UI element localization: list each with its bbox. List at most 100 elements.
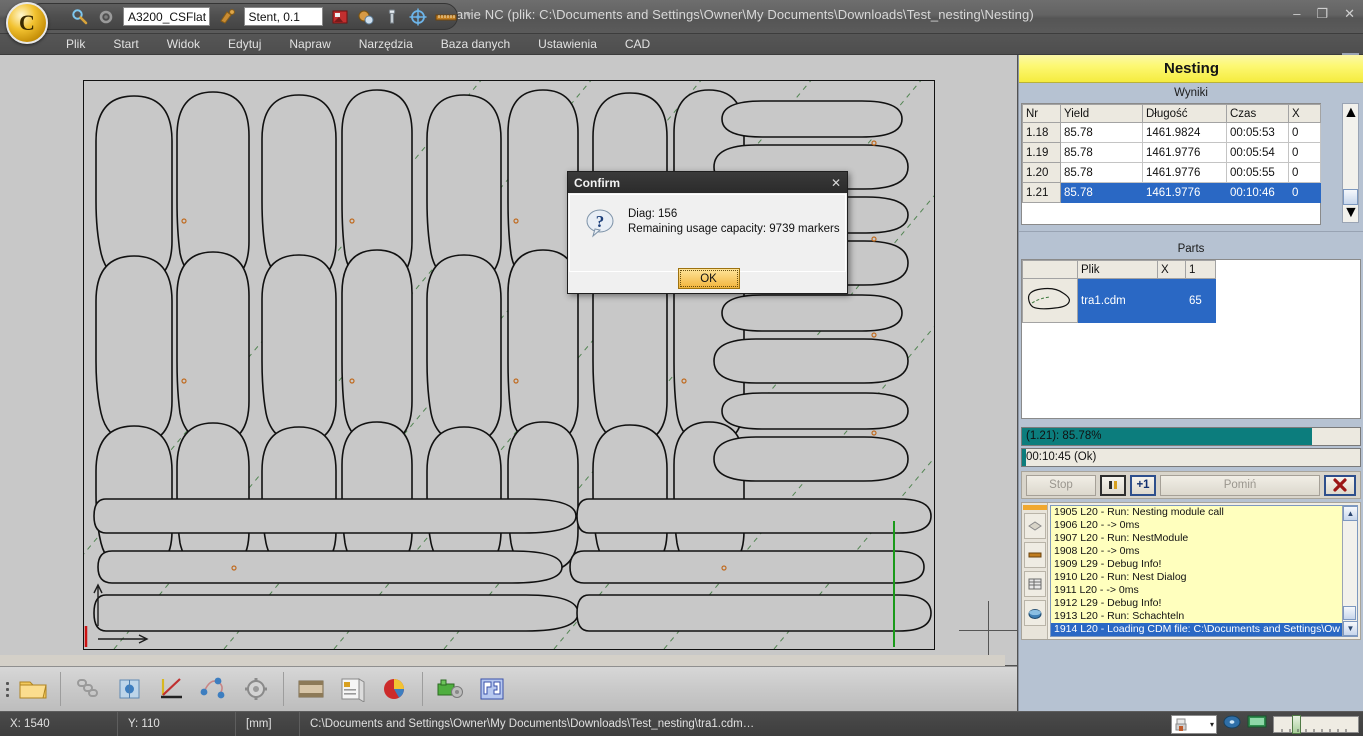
film-icon[interactable] (290, 669, 332, 709)
monitor-icon[interactable] (1247, 714, 1267, 735)
3d-cube-icon[interactable] (109, 669, 151, 709)
table-row-selected[interactable]: 1.21 85.78 1461.9776 00:10:46 0 (1022, 182, 1321, 203)
open-folder-icon[interactable] (12, 669, 54, 709)
pause-button[interactable] (1100, 474, 1126, 496)
table-row-selected[interactable]: tra1.cdm 65 (1022, 278, 1216, 323)
menu-narzedzia[interactable]: Narzędzia (345, 34, 427, 55)
printer-combo[interactable]: ▾ (1171, 715, 1217, 734)
cancel-button[interactable] (1324, 474, 1356, 496)
paint-icon[interactable] (217, 7, 237, 27)
list-item[interactable]: 1908 L20 - -> 0ms (1051, 545, 1357, 558)
list-item[interactable]: 1907 L20 - Run: NestModule (1051, 532, 1357, 545)
cell-time: 00:10:46 (1226, 182, 1289, 203)
menu-edytuj[interactable]: Edytuj (214, 34, 275, 55)
log-scroll-thumb[interactable] (1343, 606, 1356, 620)
stop-button[interactable]: Stop (1026, 474, 1096, 496)
results-col-nr[interactable]: Nr (1022, 104, 1061, 123)
svg-text:?: ? (596, 212, 605, 231)
menu-baza-danych[interactable]: Baza danych (427, 34, 524, 55)
cell-length: 1461.9824 (1142, 122, 1227, 143)
list-item[interactable]: 1912 L29 - Debug Info! (1051, 597, 1357, 610)
nesting-sheet[interactable] (3, 55, 1017, 650)
cell-length: 1461.9776 (1142, 182, 1227, 203)
ok-button[interactable]: OK (677, 268, 740, 289)
material-field[interactable]: Stent, 0.1 (243, 7, 323, 26)
parts-table-wrapper[interactable]: Plik X 1 tra1.cdm 65 (1021, 259, 1361, 419)
results-col-yield[interactable]: Yield (1060, 104, 1143, 123)
close-button[interactable]: ✕ (1344, 7, 1355, 20)
plus-one-button[interactable]: +1 (1130, 474, 1156, 496)
menu-start[interactable]: Start (99, 34, 152, 55)
log-scroll-up-button[interactable]: ▲ (1343, 506, 1357, 521)
chevron-down-icon[interactable]: ▾ (1210, 720, 1214, 729)
toolbar-separator-2 (283, 672, 284, 706)
confirm-dialog[interactable]: Confirm ✕ ? Diag: 156 Remaining usage ca… (567, 171, 848, 294)
menu-cad[interactable]: CAD (611, 34, 664, 55)
list-item[interactable]: 1911 L20 - -> 0ms (1051, 584, 1357, 597)
table-icon[interactable] (1023, 571, 1046, 597)
nesting-icon[interactable] (471, 669, 513, 709)
parts-col-plik[interactable]: Plik (1077, 260, 1158, 279)
log-list[interactable]: 1905 L20 - Run: Nesting module call 1906… (1050, 505, 1358, 637)
setup-name-field[interactable]: A3200_CSFlat (123, 7, 210, 26)
minimize-button[interactable]: – (1293, 7, 1300, 20)
dialog-close-icon[interactable]: ✕ (831, 176, 841, 190)
disc-icon[interactable] (1223, 713, 1241, 736)
globe-icon[interactable] (1023, 600, 1046, 626)
ruler-icon[interactable] (1023, 542, 1046, 568)
parts-col-qty[interactable]: 1 (1185, 260, 1216, 279)
magnifier-icon[interactable] (70, 7, 90, 27)
list-item[interactable]: 1905 L20 - Run: Nesting module call (1051, 506, 1357, 519)
list-item[interactable]: 1906 L20 - -> 0ms (1051, 519, 1357, 532)
image-icon[interactable] (330, 7, 350, 27)
list-item-selected[interactable]: 1914 L20 - Loading CDM file: C:\Document… (1051, 623, 1357, 636)
machine-icon[interactable] (429, 669, 471, 709)
menu-widok[interactable]: Widok (153, 34, 214, 55)
zoom-slider[interactable] (1273, 715, 1359, 734)
table-row[interactable]: 1.18 85.78 1461.9824 00:05:53 0 (1022, 122, 1321, 143)
wrench-icon[interactable] (382, 7, 402, 27)
log-scroll-down-button[interactable]: ▼ (1343, 621, 1357, 636)
results-scroll-down-button[interactable]: ▼ (1343, 204, 1359, 222)
pie-chart-icon[interactable] (374, 669, 416, 709)
list-item[interactable]: 1909 L29 - Debug Info! (1051, 558, 1357, 571)
log-sidebar (1022, 503, 1048, 639)
table-row[interactable]: 1.20 85.78 1461.9776 00:05:55 0 (1022, 162, 1321, 183)
results-col-czas[interactable]: Czas (1226, 104, 1289, 123)
ruler-icon[interactable] (434, 7, 457, 27)
camera-icon[interactable] (356, 7, 376, 27)
results-col-dlugosc[interactable]: Długość (1142, 104, 1227, 123)
app-logo[interactable]: C (6, 2, 48, 44)
results-vertical-scrollbar[interactable]: ▲ ▼ (1342, 103, 1359, 223)
target-icon[interactable] (408, 7, 428, 27)
status-units: [mm] (236, 711, 300, 736)
canvas-horizontal-scrollbar[interactable] (0, 655, 1005, 666)
menu-napraw[interactable]: Napraw (275, 34, 344, 55)
table-row[interactable]: 1.19 85.78 1461.9776 00:05:54 0 (1022, 142, 1321, 163)
toolbar-overflow-chevron-down-icon[interactable]: ▾ (466, 10, 471, 21)
gear-small-icon[interactable] (96, 7, 116, 27)
skip-button[interactable]: Pomiń (1160, 474, 1320, 496)
bend-angle-icon[interactable] (151, 669, 193, 709)
cell-x: 0 (1288, 122, 1321, 143)
log-vertical-scrollbar[interactable]: ▲ ▼ (1342, 506, 1357, 636)
nesting-panel-title: Nesting (1163, 60, 1219, 77)
parts-col-x[interactable]: X (1157, 260, 1186, 279)
layers-icon[interactable] (1023, 513, 1046, 539)
results-scroll-thumb[interactable] (1343, 189, 1358, 205)
menu-ustawienia[interactable]: Ustawienia (524, 34, 611, 55)
chain-icon[interactable] (67, 669, 109, 709)
nodes-icon[interactable] (193, 669, 235, 709)
cad-canvas[interactable] (0, 55, 1017, 665)
results-scroll-up-button[interactable]: ▲ (1343, 104, 1359, 122)
toolbar-drag-handle[interactable] (3, 674, 12, 704)
results-table-wrapper[interactable]: Nr Yield Długość Czas X 1.18 85.78 1461.… (1021, 103, 1321, 225)
maximize-button[interactable]: ❐ (1316, 7, 1328, 20)
results-table: Nr Yield Długość Czas X 1.18 85.78 1461.… (1022, 104, 1321, 203)
gear-icon[interactable] (235, 669, 277, 709)
menu-plik[interactable]: Plik (52, 34, 99, 55)
report-icon[interactable] (332, 669, 374, 709)
results-col-x[interactable]: X (1288, 104, 1321, 123)
list-item[interactable]: 1910 L20 - Run: Nest Dialog (1051, 571, 1357, 584)
list-item[interactable]: 1913 L20 - Run: Schachteln (1051, 610, 1357, 623)
